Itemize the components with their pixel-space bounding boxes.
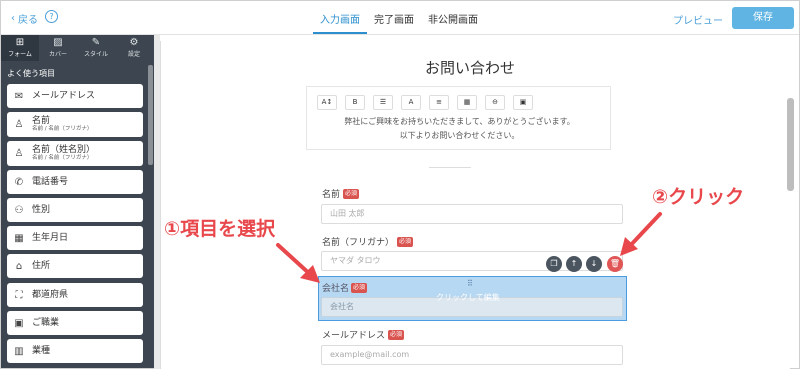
arrow-to-delete	[626, 212, 662, 250]
annotation-arrows	[276, 212, 662, 283]
